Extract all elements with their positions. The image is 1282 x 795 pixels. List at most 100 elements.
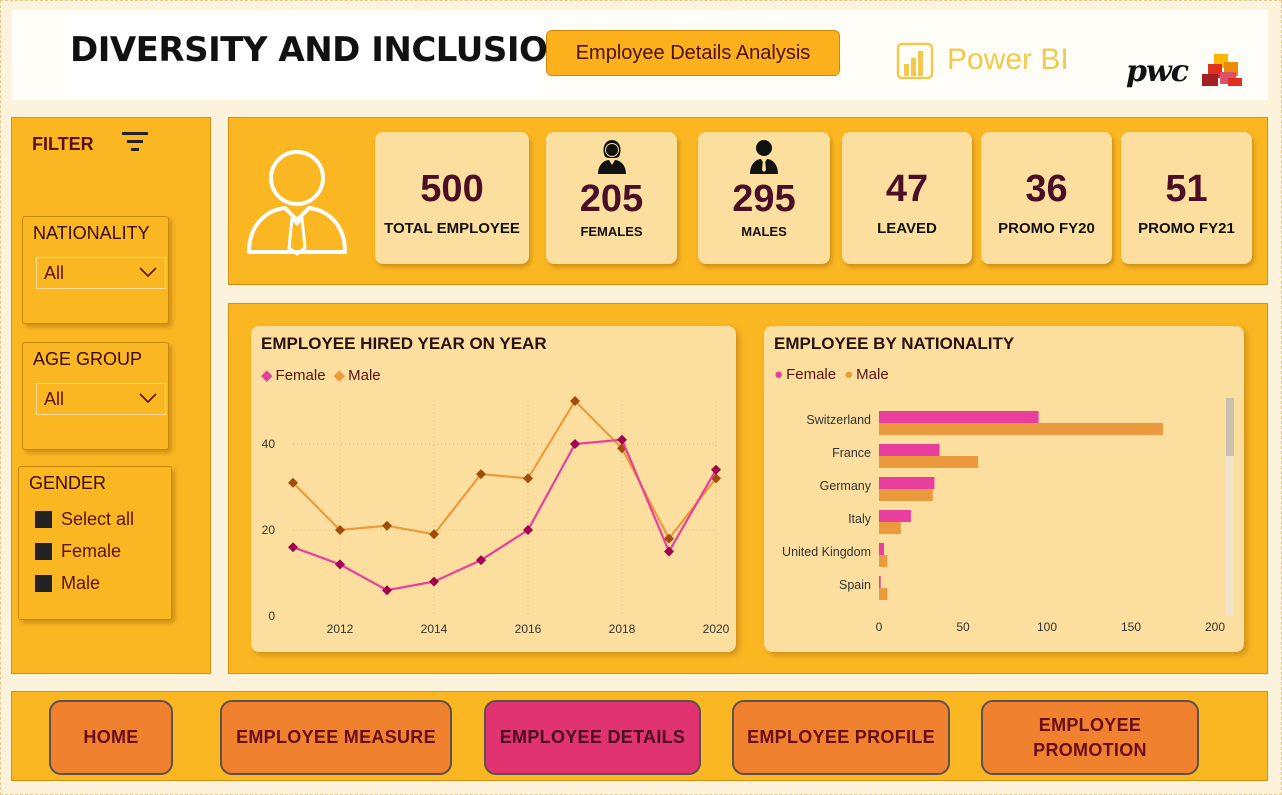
subtitle-button[interactable]: Employee Details Analysis xyxy=(546,30,840,76)
data-point-female xyxy=(711,464,721,475)
data-point-female xyxy=(335,559,345,570)
kpi-card-males: 295 MALES xyxy=(698,132,830,264)
pwc-logo-text: pwc xyxy=(1126,54,1189,89)
bar-male xyxy=(879,423,1163,435)
category-label: United Kingdom xyxy=(782,545,871,559)
checkbox[interactable] xyxy=(35,511,52,528)
kpi-label: PROMO FY21 xyxy=(1138,220,1235,237)
navigation-bar: HOME EMPLOYEE MEASURE EMPLOYEE DETAILS E… xyxy=(11,691,1268,781)
gender-option-select-all[interactable]: Select all xyxy=(35,509,134,530)
nav-employee-promotion-button[interactable]: EMPLOYEE PROMOTION xyxy=(981,700,1199,775)
nav-employee-measure-button[interactable]: EMPLOYEE MEASURE xyxy=(220,700,452,775)
nationality-bar-chart-card: EMPLOYEE BY NATIONALITY ● Female ● Male … xyxy=(764,326,1244,652)
x-tick-label: 2016 xyxy=(515,622,542,636)
x-tick-label: 100 xyxy=(1037,620,1057,634)
kpi-label: FEMALES xyxy=(580,224,643,239)
pwc-logo-icon xyxy=(1202,54,1242,86)
category-label: Switzerland xyxy=(806,413,871,427)
chevron-down-icon xyxy=(139,267,157,278)
gender-slicer: GENDER Select all Female Male xyxy=(18,466,172,620)
gender-option-label: Female xyxy=(61,541,122,561)
powerbi-label: Power BI xyxy=(947,43,1069,76)
x-tick-label: 2020 xyxy=(703,622,730,636)
filter-icon[interactable] xyxy=(122,130,148,152)
series-line-male xyxy=(292,399,717,541)
data-point-female xyxy=(382,585,392,596)
nav-home-button[interactable]: HOME xyxy=(49,700,173,775)
nationality-slicer-title: NATIONALITY xyxy=(33,223,150,243)
category-label: France xyxy=(832,446,871,460)
x-tick-label: 150 xyxy=(1121,620,1141,634)
kpi-value: 51 xyxy=(1165,168,1208,210)
scrollbar-thumb xyxy=(1226,398,1234,456)
female-user-icon xyxy=(597,140,626,174)
x-tick-label: 0 xyxy=(876,620,883,634)
checkbox[interactable] xyxy=(35,575,52,592)
bar-female xyxy=(879,444,940,456)
nationality-dropdown[interactable]: All xyxy=(36,257,166,289)
filter-label: FILTER xyxy=(32,134,94,154)
age-group-dropdown-value: All xyxy=(44,388,65,409)
bar-female xyxy=(879,543,885,555)
charts-panel: EMPLOYEE HIRED YEAR ON YEAR ◆ Female ◆ M… xyxy=(228,303,1268,674)
y-tick-label: 0 xyxy=(268,609,275,623)
kpi-label: MALES xyxy=(741,224,787,239)
bar-male xyxy=(879,522,901,534)
kpi-value: 295 xyxy=(732,178,796,220)
hired-line-chart-card: EMPLOYEE HIRED YEAR ON YEAR ◆ Female ◆ M… xyxy=(251,326,736,652)
data-point-female xyxy=(617,434,627,445)
x-tick-label: 200 xyxy=(1205,620,1225,634)
kpi-label: PROMO FY20 xyxy=(998,220,1095,237)
gender-option-male[interactable]: Male xyxy=(35,573,100,594)
x-tick-label: 2014 xyxy=(421,622,448,636)
bar-female xyxy=(879,576,881,588)
y-tick-label: 20 xyxy=(262,523,276,537)
line-chart-plot: 2012 2014 2016 2018 2020 0 20 40 xyxy=(262,396,730,636)
age-group-dropdown[interactable]: All xyxy=(36,383,166,415)
filter-panel: FILTER NATIONALITY All AGE GROUP All GEN… xyxy=(11,117,211,674)
page-title: DIVERSITY AND INCLUSION xyxy=(70,30,576,70)
data-point-female xyxy=(429,576,439,587)
age-group-slicer: AGE GROUP All xyxy=(22,342,169,450)
bar-male xyxy=(879,489,933,501)
data-point-female xyxy=(288,542,298,553)
x-tick-label: 50 xyxy=(956,620,970,634)
kpi-card-females: 205 FEMALES xyxy=(546,132,677,264)
checkbox[interactable] xyxy=(35,543,52,560)
kpi-value: 500 xyxy=(420,168,484,210)
bar-chart-plot: Switzerland France Germany Italy United King… xyxy=(782,398,1234,634)
data-point-female xyxy=(570,439,580,449)
kpi-label: TOTAL EMPLOYEE xyxy=(384,220,520,237)
category-label: Spain xyxy=(839,578,871,592)
gender-option-female[interactable]: Female xyxy=(35,541,121,562)
data-point-female xyxy=(664,546,674,557)
data-point-male xyxy=(382,520,392,531)
powerbi-logo-icon xyxy=(896,42,934,80)
nav-employee-details-button[interactable]: EMPLOYEE DETAILS xyxy=(484,700,701,775)
gender-option-label: Select all xyxy=(61,509,135,529)
bar-female xyxy=(879,510,911,522)
bar-male xyxy=(879,456,979,468)
kpi-value: 47 xyxy=(885,168,929,210)
category-label: Italy xyxy=(848,512,872,526)
kpi-card-promo-fy20: 36 PROMO FY20 xyxy=(981,132,1112,264)
header-bar: DIVERSITY AND INCLUSION Employee Details… xyxy=(12,10,1268,100)
kpi-card-promo-fy21: 51 PROMO FY21 xyxy=(1121,132,1252,264)
bar-female xyxy=(879,411,1039,423)
chevron-down-icon xyxy=(139,393,157,404)
x-tick-label: 2018 xyxy=(609,622,636,636)
nationality-slicer: NATIONALITY All xyxy=(22,216,169,324)
employee-icon xyxy=(247,150,347,256)
kpi-card-leaved: 47 LEAVED xyxy=(842,132,972,264)
nationality-dropdown-value: All xyxy=(44,262,65,283)
x-tick-label: 2012 xyxy=(327,622,354,636)
series-line-female xyxy=(292,438,717,592)
gender-option-label: Male xyxy=(61,573,101,593)
bar-male xyxy=(879,588,888,600)
male-user-icon xyxy=(750,140,778,174)
kpi-value: 36 xyxy=(1025,168,1068,210)
age-group-slicer-title: AGE GROUP xyxy=(33,349,143,369)
nav-employee-profile-button[interactable]: EMPLOYEE PROFILE xyxy=(732,700,950,775)
y-tick-label: 40 xyxy=(262,437,276,451)
gender-slicer-title: GENDER xyxy=(29,473,107,493)
